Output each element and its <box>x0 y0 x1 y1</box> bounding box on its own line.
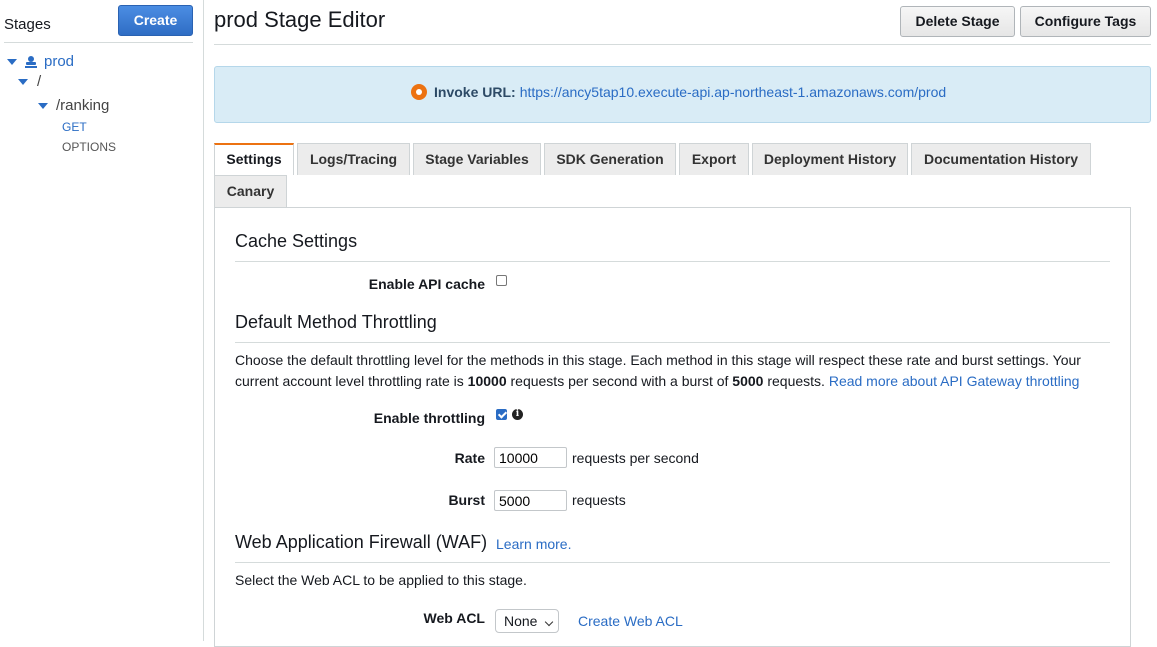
read-more-throttling-link[interactable]: Read more about API Gateway throttling <box>829 373 1080 389</box>
tab-logs-tracing[interactable]: Logs/Tracing <box>297 143 410 175</box>
tree-item-resource[interactable]: /ranking <box>38 97 109 114</box>
enable-throttling-label: Enable throttling <box>373 410 485 426</box>
web-acl-label: Web ACL <box>423 610 485 626</box>
throttling-desc-text: requests. <box>763 373 829 389</box>
tab-stage-variables[interactable]: Stage Variables <box>413 143 541 175</box>
enable-cache-label: Enable API cache <box>368 276 485 292</box>
tab-sdk-generation[interactable]: SDK Generation <box>544 143 676 175</box>
tree-label-root[interactable]: / <box>37 73 41 90</box>
invoke-url-label: Invoke URL: <box>434 84 516 100</box>
section-divider <box>235 562 1110 563</box>
tab-deployment-history[interactable]: Deployment History <box>752 143 908 175</box>
account-burst-value: 5000 <box>732 373 764 389</box>
tree-label-resource[interactable]: /ranking <box>56 97 109 114</box>
burst-input[interactable] <box>494 490 567 511</box>
throttling-description: Choose the default throttling level for … <box>235 350 1110 392</box>
invoke-url-banner: Invoke URL: https://ancy5tap10.execute-a… <box>214 66 1151 123</box>
invoke-url-icon <box>411 84 427 100</box>
tab-export[interactable]: Export <box>679 143 749 175</box>
throttling-desc-text: requests per second with a burst of <box>506 373 733 389</box>
tab-settings[interactable]: Settings <box>214 143 294 175</box>
tree-label-stage[interactable]: prod <box>44 53 74 70</box>
web-acl-select[interactable]: None <box>495 609 559 633</box>
section-divider <box>235 261 1110 262</box>
waf-description: Select the Web ACL to be applied to this… <box>235 572 527 588</box>
caret-down-icon[interactable] <box>7 58 17 65</box>
tree-item-root[interactable]: / <box>18 73 41 90</box>
stage-icon <box>25 55 37 68</box>
tree-item-stage[interactable]: prod <box>7 53 74 70</box>
page-title: prod Stage Editor <box>214 7 386 32</box>
enable-cache-checkbox[interactable] <box>496 275 507 286</box>
header-divider <box>214 44 1151 45</box>
caret-down-icon[interactable] <box>18 78 28 85</box>
tree-method-get[interactable]: GET <box>62 120 87 134</box>
section-divider <box>235 342 1110 343</box>
tab-documentation-history[interactable]: Documentation History <box>911 143 1091 175</box>
burst-unit: requests <box>572 492 626 508</box>
sidebar-title: Stages <box>4 16 51 33</box>
info-icon[interactable]: i <box>512 409 523 420</box>
invoke-url-row: Invoke URL: https://ancy5tap10.execute-a… <box>411 84 946 100</box>
account-rate-value: 10000 <box>467 373 507 389</box>
throttling-heading: Default Method Throttling <box>235 312 437 332</box>
burst-label: Burst <box>448 492 485 508</box>
waf-learn-more-link[interactable]: Learn more. <box>496 536 571 552</box>
chevron-down-icon <box>544 617 554 627</box>
rate-input[interactable] <box>494 447 567 468</box>
cache-settings-heading: Cache Settings <box>235 231 358 251</box>
rate-label: Rate <box>454 450 485 466</box>
caret-down-icon[interactable] <box>38 102 48 109</box>
tree-method-options[interactable]: OPTIONS <box>62 140 116 154</box>
enable-throttling-checkbox[interactable] <box>496 409 507 420</box>
web-acl-selected-value: None <box>504 613 538 629</box>
sidebar-divider <box>4 42 193 43</box>
configure-tags-button[interactable]: Configure Tags <box>1020 6 1151 37</box>
invoke-url-link[interactable]: https://ancy5tap10.execute-api.ap-northe… <box>520 84 946 100</box>
waf-heading: Web Application Firewall (WAF) <box>235 532 488 552</box>
tab-canary[interactable]: Canary <box>214 175 287 207</box>
stages-sidebar: Stages Create prod / /ranking GET OPTION… <box>0 0 204 641</box>
delete-stage-button[interactable]: Delete Stage <box>900 6 1015 37</box>
rate-unit: requests per second <box>572 450 699 466</box>
create-web-acl-link[interactable]: Create Web ACL <box>578 613 683 629</box>
create-stage-button[interactable]: Create <box>118 5 193 36</box>
